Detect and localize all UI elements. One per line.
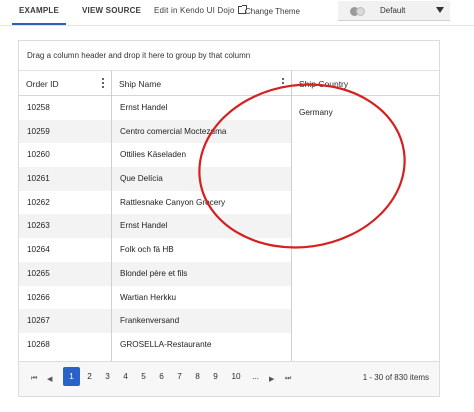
pager-page-1[interactable]: 1	[63, 367, 80, 386]
caret-down-icon	[436, 7, 444, 13]
column-order-id: Order ID 10258 10259 10260 10261 10262 1…	[19, 71, 111, 393]
column-menu-icon[interactable]	[102, 78, 105, 89]
order-id-cell[interactable]: 10265	[19, 261, 111, 286]
ship-name-cell[interactable]: Wartian Herkku	[112, 286, 291, 310]
pager-last-button[interactable]: ⏭	[285, 375, 291, 383]
pager-next-button[interactable]: ▶	[269, 375, 274, 383]
order-id-cell[interactable]: 10266	[19, 286, 111, 310]
column-menu-icon[interactable]	[282, 78, 285, 89]
header-order-id-label: Order ID	[26, 79, 59, 89]
ship-name-cell[interactable]: Rattlesnake Canyon Grocery	[112, 191, 291, 215]
pager-page-10[interactable]: 10	[226, 367, 246, 386]
header-order-id[interactable]: Order ID	[19, 71, 111, 96]
orders-grid: Drag a column header and drop it here to…	[18, 40, 440, 397]
order-id-cell[interactable]: 10261	[19, 167, 111, 191]
order-id-cell[interactable]: 10259	[19, 119, 111, 144]
tab-example[interactable]: EXAMPLE	[12, 0, 66, 26]
pager-page-8[interactable]: 8	[189, 367, 206, 386]
column-ship-name: Ship Name Ernst Handel Centro comercial …	[111, 71, 291, 393]
theme-dropdown-value: Default	[380, 6, 406, 15]
header-ship-name-label: Ship Name	[119, 79, 162, 89]
order-id-cell[interactable]: 10268	[19, 333, 111, 357]
order-id-cell[interactable]: 10258	[19, 96, 111, 120]
ship-name-cell[interactable]: Ernst Handel	[112, 214, 291, 239]
pager-page-2[interactable]: 2	[81, 367, 98, 386]
pager-info: 1 - 30 of 830 items	[362, 373, 429, 382]
ship-name-cell[interactable]: Que Delícia	[112, 167, 291, 191]
demo-toolbar: EXAMPLE VIEW SOURCE Edit in Kendo UI Doj…	[0, 0, 474, 26]
tab-edit-in-dojo-label: Edit in Kendo UI Dojo	[154, 6, 235, 15]
ship-name-cell[interactable]: Centro comercial Moctezuma	[112, 119, 291, 144]
grid-pager: ⏮ ◀ 1 2 3 4 5 6 7 8 9 10 ... ▶ ⏭ 1 - 30 …	[19, 361, 439, 396]
tab-edit-in-dojo[interactable]: Edit in Kendo UI Dojo	[154, 0, 247, 26]
ship-name-cell[interactable]: GROSELLA-Restaurante	[112, 333, 291, 357]
pager-page-6[interactable]: 6	[153, 367, 170, 386]
ship-name-cell[interactable]: Frankenversand	[112, 309, 291, 333]
pager-page-5[interactable]: 5	[135, 367, 152, 386]
order-id-cell[interactable]: 10262	[19, 191, 111, 215]
ship-name-cell[interactable]: Ernst Handel	[112, 96, 291, 120]
order-id-cell[interactable]: 10267	[19, 309, 111, 333]
pager-page-7[interactable]: 7	[171, 367, 188, 386]
pager-prev-button[interactable]: ◀	[47, 375, 52, 383]
theme-dropdown[interactable]: Default	[338, 1, 450, 21]
ship-name-cell[interactable]: Folk och fä HB	[112, 238, 291, 262]
theme-swatch-icon	[356, 7, 365, 16]
column-ship-country: Ship Country Germany	[291, 71, 439, 393]
ship-country-cell[interactable]: Germany	[299, 108, 333, 117]
header-ship-country-label: Ship Country	[299, 79, 349, 89]
order-id-cell[interactable]: 10260	[19, 143, 111, 167]
pager-page-4[interactable]: 4	[117, 367, 134, 386]
ship-name-cell[interactable]: Ottilies Käseladen	[112, 143, 291, 167]
order-id-cell[interactable]: 10263	[19, 214, 111, 239]
pager-page-3[interactable]: 3	[99, 367, 116, 386]
change-theme-label: Change Theme	[245, 7, 300, 16]
pager-first-button[interactable]: ⏮	[31, 375, 37, 383]
order-id-cell[interactable]: 10264	[19, 238, 111, 262]
group-drop-area[interactable]: Drag a column header and drop it here to…	[19, 41, 439, 71]
pager-more[interactable]: ...	[247, 367, 264, 386]
tab-view-source[interactable]: VIEW SOURCE	[82, 0, 141, 26]
pager-page-9[interactable]: 9	[207, 367, 224, 386]
header-ship-name[interactable]: Ship Name	[112, 71, 291, 96]
header-ship-country[interactable]: Ship Country	[292, 71, 439, 96]
ship-name-cell[interactable]: Blondel père et fils	[112, 261, 291, 286]
